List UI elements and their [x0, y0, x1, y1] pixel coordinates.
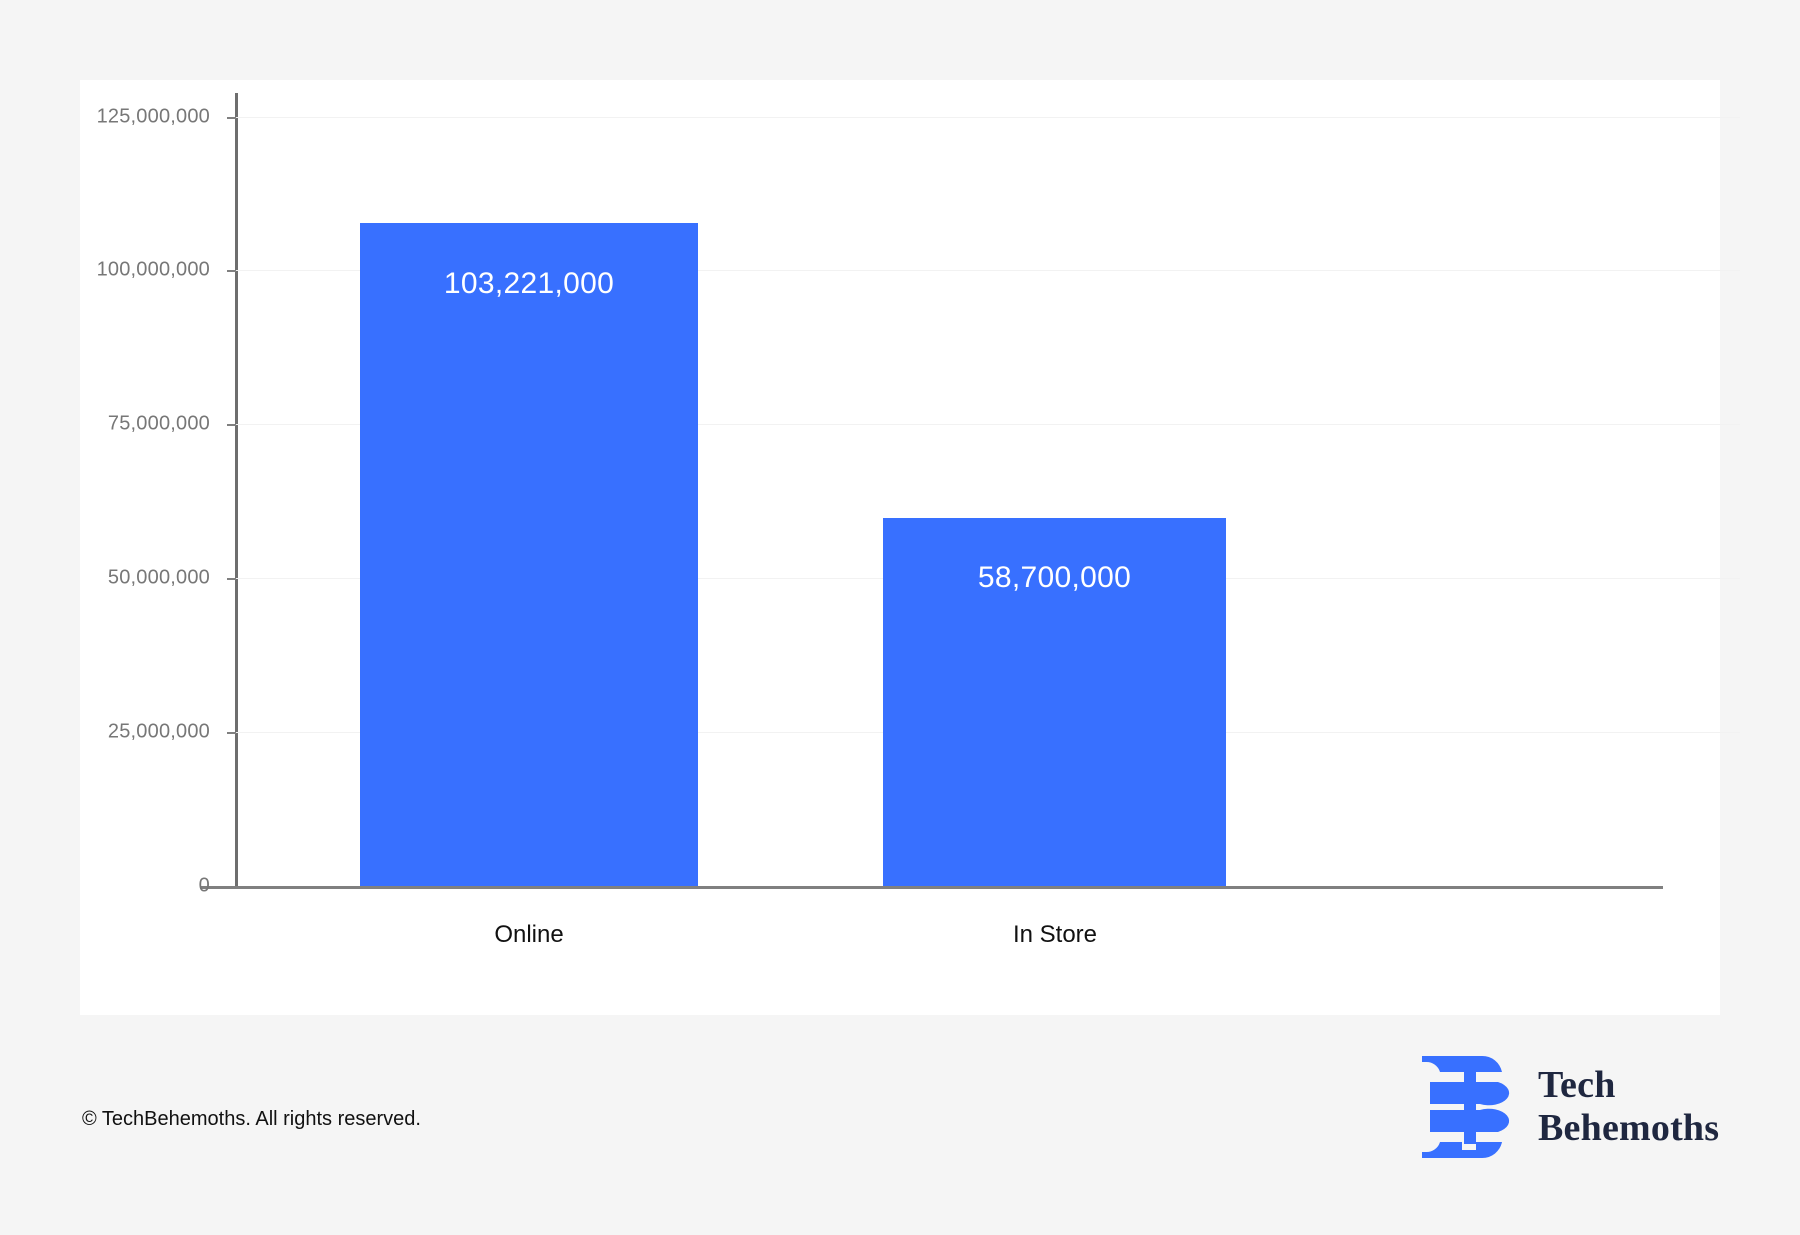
y-axis-line — [235, 93, 238, 888]
gridline-125000000 — [235, 117, 1740, 118]
techbehemoths-logo-icon — [1422, 1055, 1510, 1159]
ytick-label-25000000: 25,000,000 — [107, 720, 210, 743]
ytick-mark-25000000 — [227, 732, 236, 734]
bar-value-online: 103,221,000 — [443, 267, 615, 300]
category-label-in-store: In Store — [1012, 921, 1098, 948]
bar-online[interactable]: 103,221,000 — [360, 223, 698, 886]
ytick-label-0: 0 — [198, 874, 210, 897]
ytick-label-125000000: 125,000,000 — [96, 105, 210, 128]
ytick-mark-125000000 — [227, 117, 236, 119]
ytick-label-100000000: 100,000,000 — [96, 258, 210, 281]
bar-chart: 125,000,000 100,000,000 75,000,000 50,00… — [80, 80, 1740, 1015]
ytick-mark-100000000 — [227, 270, 236, 272]
category-label-online: Online — [494, 921, 564, 948]
chart-card: 125,000,000 100,000,000 75,000,000 50,00… — [80, 80, 1740, 1015]
ytick-label-75000000: 75,000,000 — [107, 412, 210, 435]
ytick-mark-0 — [227, 886, 236, 888]
footer-copyright: © TechBehemoths. All rights reserved. — [82, 1108, 421, 1130]
x-axis-line — [200, 886, 1663, 889]
ytick-mark-75000000 — [227, 424, 236, 426]
bar-value-in-store: 58,700,000 — [977, 561, 1132, 594]
ytick-mark-50000000 — [227, 578, 236, 580]
brand-wordmark: Tech Behemoths — [1538, 1064, 1719, 1149]
ytick-label-50000000: 50,000,000 — [107, 566, 210, 589]
brand-name-line-2: Behemoths — [1538, 1107, 1720, 1149]
brand-logo: Tech Behemoths — [1420, 1052, 1719, 1162]
brand-name-line-1: Tech — [1538, 1064, 1616, 1107]
bar-in-store[interactable]: 58,700,000 — [883, 518, 1226, 886]
